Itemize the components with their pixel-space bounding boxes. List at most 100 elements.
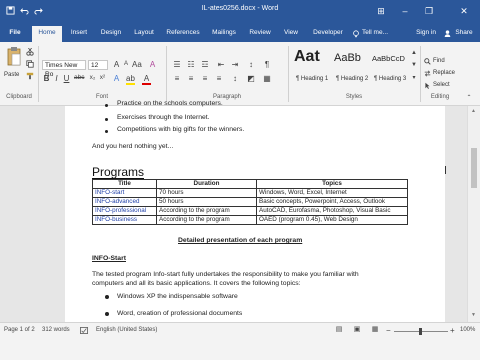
document-page[interactable]: Practice on the schools computers. Exerc… <box>65 100 446 322</box>
replace-button[interactable]: Replace <box>433 70 455 76</box>
tab-home[interactable]: Home <box>32 26 62 42</box>
tab-file[interactable]: File <box>4 26 26 42</box>
group-separator <box>288 46 289 102</box>
grow-font-icon[interactable]: A <box>112 60 121 69</box>
vertical-scrollbar[interactable]: ▲ ▼ <box>467 106 480 322</box>
text-effects-icon[interactable]: A <box>112 74 121 83</box>
style-preview-heading-1[interactable]: Aat <box>294 48 328 66</box>
tab-design[interactable]: Design <box>98 26 124 42</box>
increase-indent-icon[interactable]: ⇥ <box>230 60 240 69</box>
font-size-select[interactable]: 12 <box>88 60 108 70</box>
align-center-icon[interactable]: ≡ <box>186 74 196 83</box>
line-spacing-icon[interactable]: ↕ <box>230 74 240 83</box>
styles-scroll-down-icon[interactable]: ▼ <box>410 62 418 68</box>
style-label-heading-2: ¶ Heading 2 <box>336 76 369 82</box>
group-label-editing: Editing <box>430 94 450 100</box>
title-bar: IL-ates0256.docx - Word ⊞ – ❐ ✕ <box>0 0 480 22</box>
tab-mailings[interactable]: Mailings <box>208 26 240 42</box>
group-separator <box>38 46 39 102</box>
paste-button[interactable]: Paste <box>4 72 19 78</box>
print-layout-icon[interactable]: ▣ <box>352 325 362 333</box>
scroll-down-icon[interactable]: ▼ <box>471 312 476 318</box>
share-button[interactable]: Share <box>452 26 476 42</box>
programs-table: Title Duration Topics INFO-start 70 hour… <box>92 179 408 225</box>
select-button[interactable]: Select <box>433 82 450 88</box>
highlight-icon[interactable]: ab <box>126 74 135 85</box>
table-cell: AutoCAD, Eurofasma, Photoshop, Visual Ba… <box>256 206 408 216</box>
zoom-level[interactable]: 100% <box>460 327 475 333</box>
numbering-icon[interactable]: ☷ <box>186 60 196 69</box>
underline-icon[interactable]: U <box>62 74 71 83</box>
align-left-icon[interactable]: ≡ <box>172 74 182 83</box>
style-label-heading-3: ¶ Heading 3 <box>374 76 407 82</box>
read-mode-icon[interactable]: ▤ <box>334 325 344 333</box>
tab-review[interactable]: Review <box>246 26 274 42</box>
zoom-in-button[interactable]: + <box>450 326 455 335</box>
scroll-up-icon[interactable]: ▲ <box>471 108 476 114</box>
bullet-item: Windows XP the indispensable software <box>117 293 238 300</box>
copy-icon[interactable] <box>26 60 34 68</box>
table-cell: INFO-business <box>92 215 157 225</box>
tab-developer[interactable]: Developer <box>310 26 346 42</box>
zoom-out-button[interactable]: − <box>386 326 391 335</box>
scroll-thumb[interactable] <box>471 148 477 188</box>
cut-icon[interactable] <box>26 48 34 56</box>
change-case-icon[interactable]: Aa <box>132 60 142 69</box>
format-painter-icon[interactable] <box>26 72 34 80</box>
style-preview-heading-3[interactable]: AaBbCcD <box>372 54 408 63</box>
superscript-icon[interactable]: x² <box>98 74 107 81</box>
multilevel-list-icon[interactable]: ☲ <box>200 60 210 69</box>
clear-format-icon[interactable]: A <box>148 60 157 69</box>
table-cell: INFO-advanced <box>92 197 157 207</box>
tell-me-input[interactable]: Tell me... <box>362 26 394 42</box>
table-cell: INFO-professional <box>92 206 157 216</box>
group-label-styles: Styles <box>345 94 363 100</box>
font-name-select[interactable]: Times New Ro <box>42 60 86 78</box>
shrink-font-icon[interactable]: A <box>122 61 130 67</box>
bold-icon[interactable]: B <box>42 74 51 83</box>
sort-icon[interactable]: ↕ <box>246 60 256 69</box>
ribbon-options-button[interactable]: ⊞ <box>370 0 392 22</box>
minimize-button[interactable]: – <box>394 0 416 22</box>
find-icon <box>424 58 431 65</box>
decrease-indent-icon[interactable]: ⇤ <box>216 60 226 69</box>
italic-icon[interactable]: I <box>52 74 61 83</box>
style-preview-heading-2[interactable]: AaBb <box>334 52 368 64</box>
zoom-slider-thumb[interactable] <box>419 328 422 335</box>
page-count[interactable]: Page 1 of 2 <box>4 327 35 333</box>
collapse-ribbon-icon[interactable]: ⌃ <box>464 94 474 101</box>
tab-references[interactable]: References <box>164 26 202 42</box>
ribbon-tab-bar: File Home Insert Design Layout Reference… <box>0 22 480 42</box>
find-button[interactable]: Find <box>433 58 445 64</box>
bullet-item: Word, creation of professional documents <box>117 310 243 317</box>
strikethrough-icon[interactable]: abc <box>74 74 84 81</box>
justify-icon[interactable]: ≡ <box>214 74 224 83</box>
word-count[interactable]: 312 words <box>42 327 70 333</box>
paragraph-line: The tested program Info-start fully unde… <box>92 271 359 278</box>
sign-in-link[interactable]: Sign in <box>414 26 438 42</box>
align-right-icon[interactable]: ≡ <box>200 74 210 83</box>
bullet-marker <box>105 130 108 133</box>
bullets-icon[interactable]: ☰ <box>172 60 182 69</box>
table-header: Topics <box>256 179 408 189</box>
restore-button[interactable]: ❐ <box>418 0 440 22</box>
paste-icon[interactable] <box>6 46 22 68</box>
show-marks-icon[interactable]: ¶ <box>262 60 272 69</box>
proofing-icon[interactable] <box>80 327 88 334</box>
shading-icon[interactable]: ◩ <box>246 74 256 83</box>
select-icon <box>425 82 430 89</box>
tab-view[interactable]: View <box>280 26 302 42</box>
web-layout-icon[interactable]: ▦ <box>370 325 380 333</box>
language-indicator[interactable]: English (United States) <box>96 327 157 333</box>
borders-icon[interactable]: ▦ <box>262 74 272 83</box>
close-button[interactable]: ✕ <box>448 0 480 22</box>
tab-insert[interactable]: Insert <box>66 26 92 42</box>
font-color-icon[interactable]: A <box>142 74 151 85</box>
subscript-icon[interactable]: x₂ <box>88 74 97 81</box>
tab-layout[interactable]: Layout <box>130 26 158 42</box>
group-separator <box>420 46 421 102</box>
status-bar: Page 1 of 2 312 words English (United St… <box>0 322 480 360</box>
table-cell: Windows, Word, Excel, Internet <box>256 188 408 198</box>
styles-more-icon[interactable]: ▾ <box>410 74 418 81</box>
styles-scroll-up-icon[interactable]: ▲ <box>410 50 418 56</box>
